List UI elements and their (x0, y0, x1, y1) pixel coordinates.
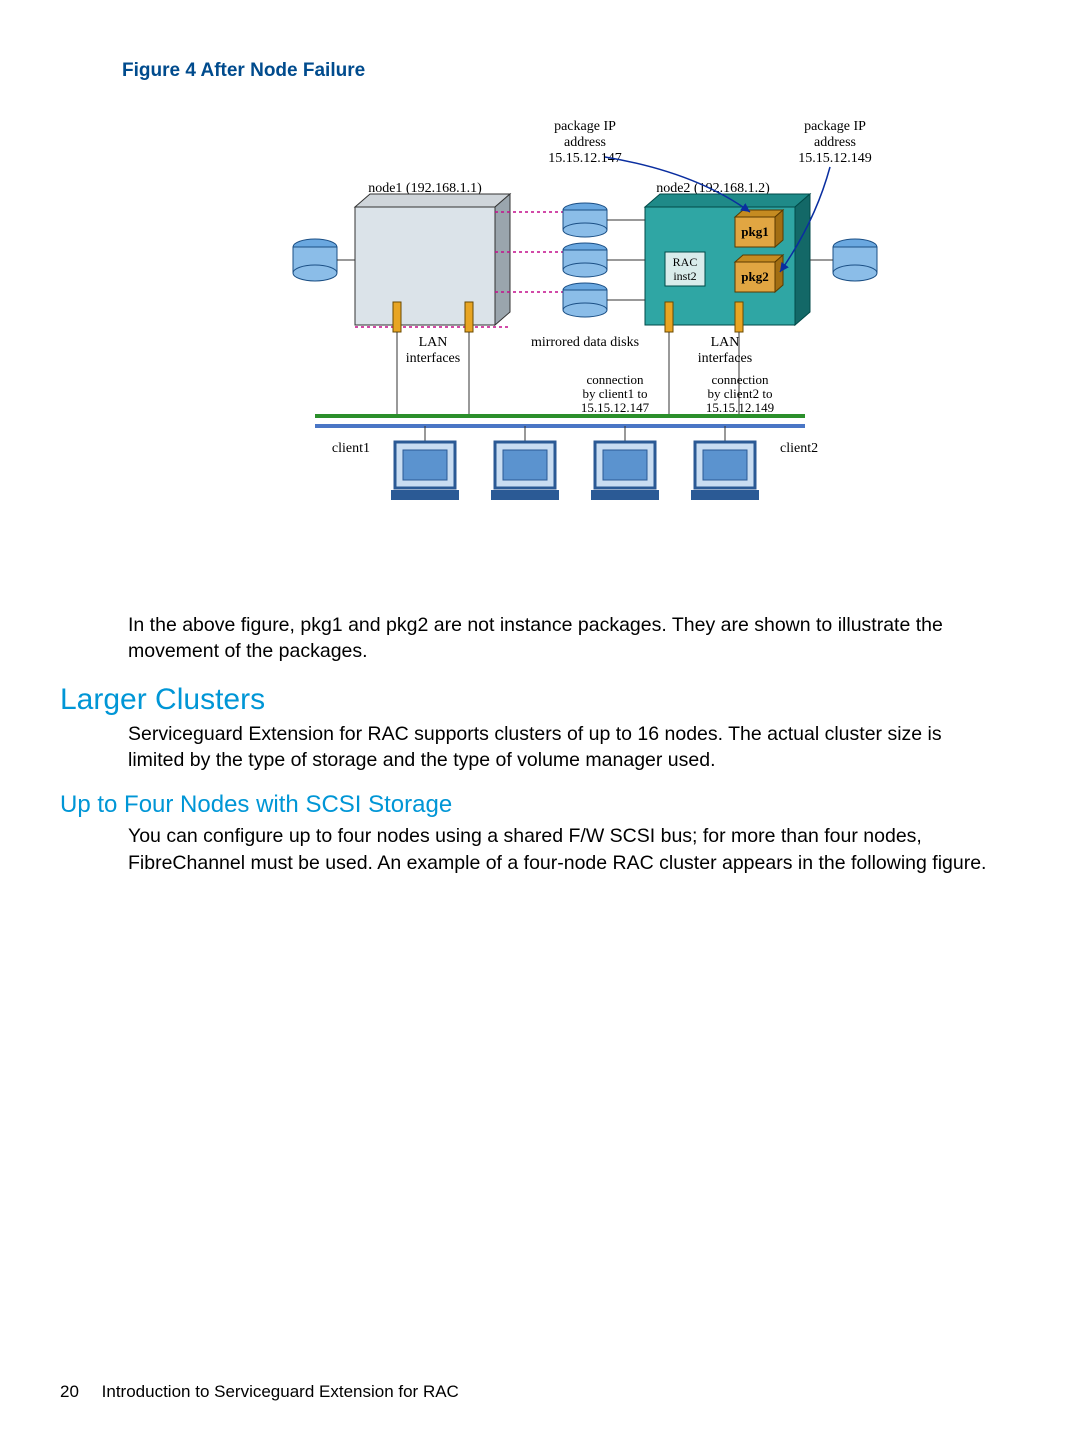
svg-text:inst2: inst2 (673, 269, 696, 283)
figure-diagram: package IP address 15.15.12.147 package … (180, 112, 930, 572)
svg-text:package IP: package IP (554, 119, 616, 134)
section-heading-scsi: Up to Four Nodes with SCSI Storage (60, 791, 990, 819)
disk-icon (563, 243, 607, 277)
svg-text:client1: client1 (332, 441, 370, 456)
client-icon (591, 426, 659, 500)
client-icon (491, 426, 559, 500)
svg-text:15.15.12.149: 15.15.12.149 (798, 151, 872, 166)
body-paragraph: You can configure up to four nodes using… (128, 823, 990, 876)
svg-text:LAN: LAN (419, 335, 448, 350)
svg-text:interfaces: interfaces (698, 351, 752, 366)
svg-text:connection: connection (586, 372, 644, 387)
svg-text:RAC: RAC (673, 255, 698, 269)
svg-text:package IP: package IP (804, 119, 866, 134)
svg-text:address: address (564, 135, 606, 150)
svg-text:interfaces: interfaces (406, 351, 460, 366)
svg-text:by client1 to: by client1 to (583, 386, 648, 401)
svg-text:address: address (814, 135, 856, 150)
figure-caption: Figure 4 After Node Failure (122, 60, 990, 82)
section-heading-larger-clusters: Larger Clusters (60, 683, 990, 717)
page-footer: 20 Introduction to Serviceguard Extensio… (60, 1382, 459, 1402)
client-icon: client1 (332, 426, 459, 500)
disk-icon (563, 203, 607, 237)
disk-icon (810, 239, 877, 281)
svg-text:by client2 to: by client2 to (708, 386, 773, 401)
svg-text:client2: client2 (780, 441, 818, 456)
svg-text:LAN: LAN (711, 335, 740, 350)
body-paragraph: In the above figure, pkg1 and pkg2 are n… (128, 612, 990, 665)
svg-text:mirrored data disks: mirrored data disks (531, 335, 639, 350)
disk-icon (293, 239, 355, 281)
footer-title: Introduction to Serviceguard Extension f… (102, 1382, 459, 1401)
svg-text:15.15.12.149: 15.15.12.149 (706, 400, 774, 415)
svg-text:pkg1: pkg1 (741, 224, 768, 239)
svg-text:pkg2: pkg2 (741, 269, 768, 284)
disk-icon (563, 283, 607, 317)
svg-text:connection: connection (711, 372, 769, 387)
body-paragraph: Serviceguard Extension for RAC supports … (128, 721, 990, 774)
client-icon: client2 (691, 426, 818, 500)
svg-text:15.15.12.147: 15.15.12.147 (581, 400, 650, 415)
page-number: 20 (60, 1382, 79, 1401)
